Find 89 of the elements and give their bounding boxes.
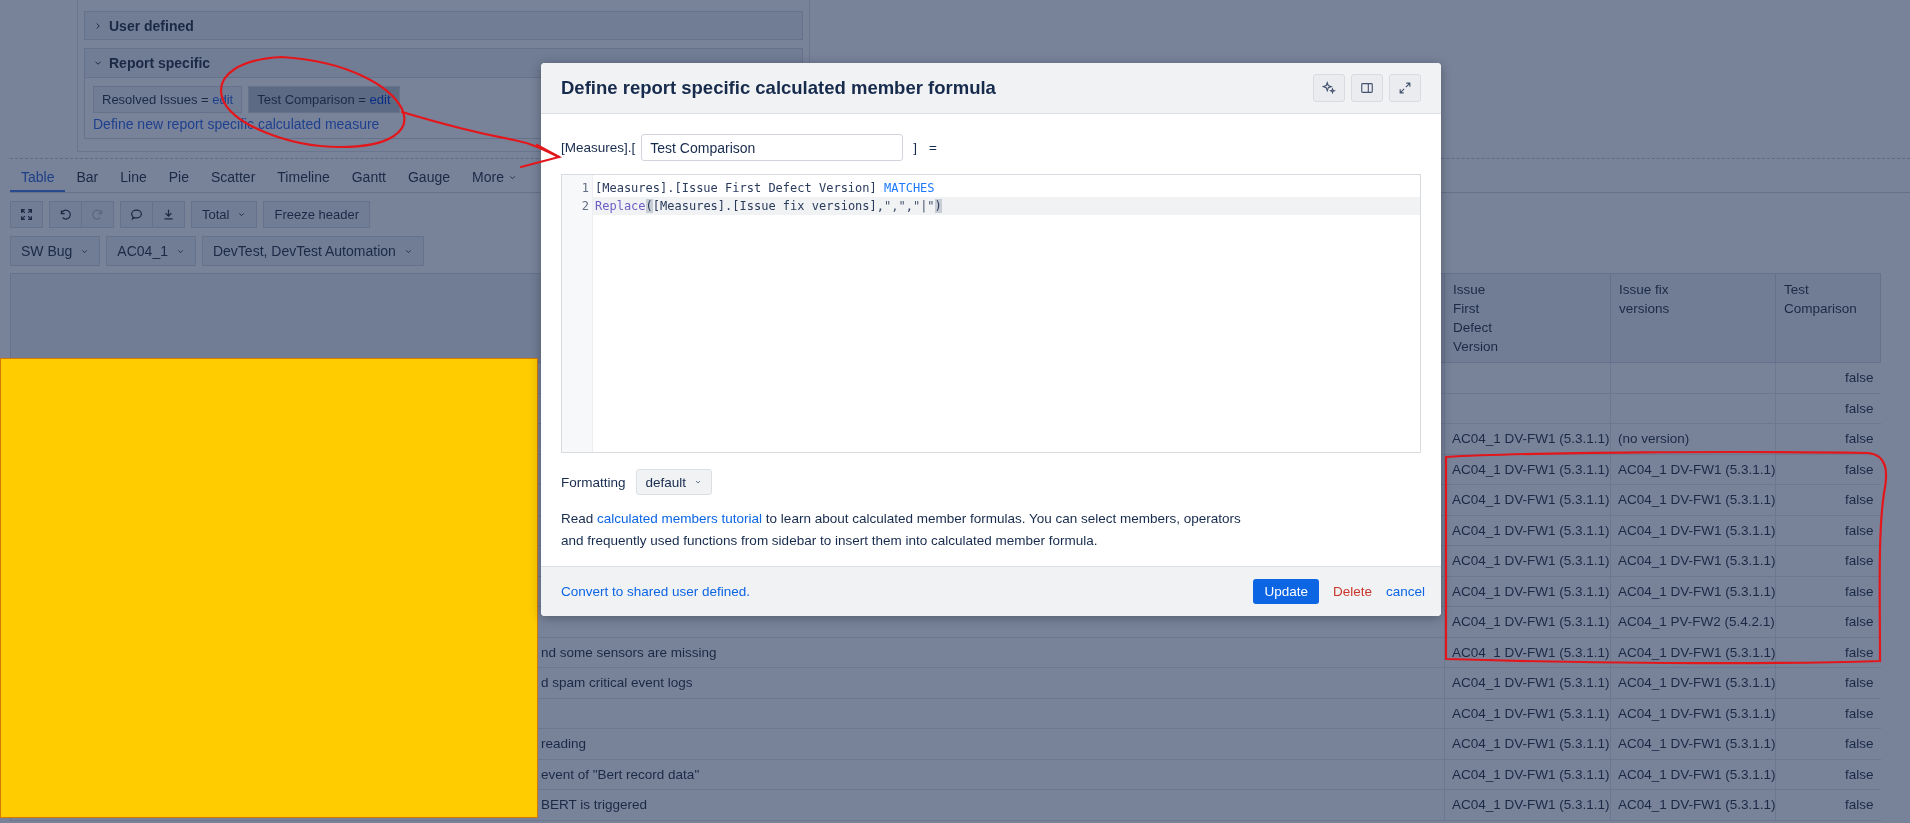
filter-dropdown[interactable]: SW Bug bbox=[10, 236, 101, 266]
chart-tab[interactable]: More bbox=[461, 164, 528, 192]
table-cell: AC04_1 DV-FW1 (5.3.1.1) bbox=[1610, 545, 1776, 576]
total-dropdown[interactable]: Total bbox=[191, 201, 258, 228]
formula-prefix: [Measures].[ bbox=[561, 140, 636, 156]
table-cell: false bbox=[1775, 759, 1881, 790]
table-cell: false bbox=[1775, 667, 1881, 698]
chart-tab[interactable]: Line bbox=[109, 164, 158, 192]
side-panel-icon bbox=[1360, 81, 1374, 96]
table-cell: false bbox=[1775, 515, 1881, 546]
table-cell: false bbox=[1775, 484, 1881, 515]
chart-tab[interactable]: Bar bbox=[65, 164, 110, 192]
measure-chip[interactable]: Test Comparison = edit bbox=[248, 86, 400, 113]
table-cell: AC04_1 DV-FW1 (5.3.1.1) bbox=[1610, 667, 1776, 698]
undo-icon bbox=[59, 208, 72, 221]
tutorial-link[interactable]: calculated members tutorial bbox=[597, 511, 763, 527]
table-cell: false bbox=[1775, 698, 1881, 729]
table-cell: false bbox=[1775, 576, 1881, 607]
table-cell: AC04_1 PV-FW2 (5.4.2.1) bbox=[1610, 606, 1776, 637]
table-cell: AC04_1 DV-FW1 (5.3.1.1) bbox=[1444, 728, 1611, 759]
table-cell: AC04_1 DV-FW1 (5.3.1.1) bbox=[1444, 789, 1611, 820]
line-number: 2 bbox=[581, 198, 589, 216]
equals-sign: = bbox=[929, 140, 937, 156]
table-cell: false bbox=[1775, 393, 1881, 424]
chevron-icon bbox=[237, 210, 247, 219]
table-cell: false bbox=[1775, 637, 1881, 668]
formula-suffix: ] bbox=[913, 140, 918, 156]
table-cell: false bbox=[1775, 728, 1881, 759]
sidebar-toggle-button[interactable] bbox=[1351, 74, 1383, 103]
column-header: Issue First Defect Version bbox=[1444, 273, 1611, 363]
code-line: [Measures].[Issue First Defect Version] MATCHES bbox=[594, 180, 936, 198]
table-cell: false bbox=[1775, 454, 1881, 485]
table-cell: AC04_1 DV-FW1 (5.3.1.1) bbox=[1610, 789, 1776, 820]
table-cell: AC04_1 DV-FW1 (5.3.1.1) bbox=[1444, 484, 1611, 515]
download-icon bbox=[162, 208, 175, 221]
table-cell: AC04_1 DV-FW1 (5.3.1.1) bbox=[1610, 454, 1776, 485]
filter-dropdown[interactable]: AC04_1 bbox=[106, 236, 196, 266]
chart-tab[interactable]: Scatter bbox=[199, 164, 267, 192]
column-header: Test Comparison bbox=[1775, 273, 1881, 363]
formatting-dropdown[interactable]: default bbox=[635, 469, 713, 496]
table-cell: (no version) bbox=[1610, 423, 1776, 454]
redo-icon bbox=[91, 208, 104, 221]
table-cell: AC04_1 DV-FW1 (5.3.1.1) bbox=[1610, 728, 1776, 759]
chart-tab[interactable]: Gauge bbox=[396, 164, 461, 192]
chart-tab[interactable]: Gantt bbox=[340, 164, 397, 192]
chart-tab[interactable]: Timeline bbox=[266, 164, 341, 192]
update-button[interactable]: Update bbox=[1253, 578, 1319, 604]
section-header[interactable]: User defined bbox=[84, 11, 803, 40]
table-cell: AC04_1 DV-FW1 (5.3.1.1) bbox=[1444, 759, 1611, 790]
table-cell: AC04_1 DV-FW1 (5.3.1.1) bbox=[1610, 637, 1776, 668]
help-text: Read calculated members tutorial to learn about calculated member formulas. You can select members, operators and frequently used functions from sidebar to insert them into calculated member formula. bbox=[561, 510, 1242, 551]
measure-name-field[interactable]: Test Comparison bbox=[641, 134, 904, 162]
fullscreen-icon bbox=[20, 208, 33, 221]
ai-button[interactable] bbox=[1313, 74, 1345, 103]
table-cell: AC04_1 DV-FW1 (5.3.1.1) bbox=[1444, 515, 1611, 546]
table-cell: AC04_1 DV-FW1 (5.3.1.1) bbox=[1444, 454, 1611, 485]
chart-tab[interactable]: Table bbox=[10, 164, 66, 192]
table-cell: AC04_1 DV-FW1 (5.3.1.1) bbox=[1444, 698, 1611, 729]
table-cell: AC04_1 DV-FW1 (5.3.1.1) bbox=[1444, 637, 1611, 668]
filter-dropdown[interactable]: DevTest, DevTest Automation bbox=[201, 236, 424, 266]
chart-tab[interactable]: Pie bbox=[157, 164, 200, 192]
formatting-label: Formatting bbox=[561, 474, 626, 490]
convert-link[interactable]: Convert to shared user defined. bbox=[561, 583, 751, 599]
table-cell: false bbox=[1775, 362, 1881, 393]
comment-icon bbox=[130, 208, 143, 221]
line-number: 1 bbox=[581, 180, 589, 198]
table-cell: AC04_1 DV-FW1 (5.3.1.1) bbox=[1610, 759, 1776, 790]
table-cell: AC04_1 DV-FW1 (5.3.1.1) bbox=[1610, 484, 1776, 515]
table-cell: AC04_1 DV-FW1 (5.3.1.1) bbox=[1444, 667, 1611, 698]
table-cell: false bbox=[1775, 423, 1881, 454]
table-cell: AC04_1 DV-FW1 (5.3.1.1) bbox=[1610, 698, 1776, 729]
sparkle-icon bbox=[1322, 81, 1336, 96]
delete-button[interactable]: Delete bbox=[1332, 583, 1372, 599]
table-cell: false bbox=[1775, 789, 1881, 820]
table-cell: AC04_1 DV-FW1 (5.3.1.1) bbox=[1444, 423, 1611, 454]
table-cell: false bbox=[1775, 606, 1881, 637]
expand-icon bbox=[1398, 81, 1412, 96]
code-editor[interactable]: 1 2 [Measures].[Issue First Defect Version] MATCHES Replace([Measures].[Issue fix versions],",","|") bbox=[561, 174, 1421, 454]
table-cell: AC04_1 DV-FW1 (5.3.1.1) bbox=[1444, 545, 1611, 576]
freeze-header-button[interactable]: Freeze header bbox=[263, 201, 371, 228]
table-cell: AC04_1 DV-FW1 (5.3.1.1) bbox=[1610, 515, 1776, 546]
maximize-button[interactable] bbox=[1389, 74, 1421, 103]
column-header: Issue fix versions bbox=[1610, 273, 1776, 363]
table-cell: AC04_1 DV-FW1 (5.3.1.1) bbox=[1444, 576, 1611, 607]
table-cell: false bbox=[1775, 545, 1881, 576]
dialog-title: Define report specific calculated member formula bbox=[561, 77, 996, 100]
cancel-link[interactable]: cancel bbox=[1385, 583, 1425, 599]
table-cell: AC04_1 DV-FW1 (5.3.1.1) bbox=[1444, 606, 1611, 637]
table-cell: AC04_1 DV-FW1 (5.3.1.1) bbox=[1610, 576, 1776, 607]
